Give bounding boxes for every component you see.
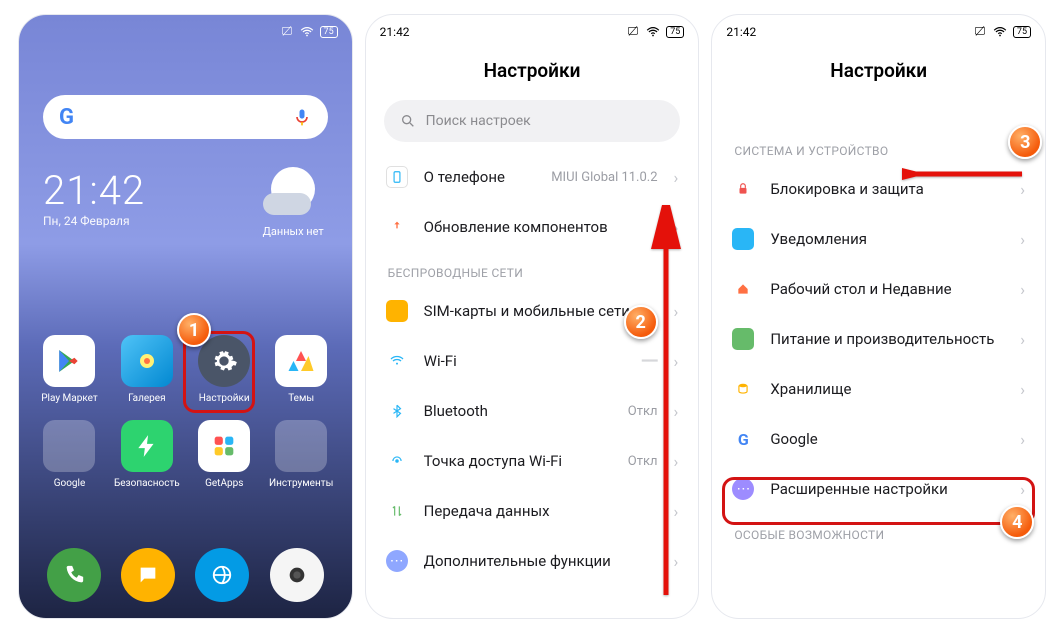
no-sim-icon [280, 25, 294, 39]
google-logo: G [59, 105, 74, 130]
status-time: 21:42 [726, 25, 756, 39]
weather-widget[interactable]: Данных нет [263, 167, 324, 238]
wifi-icon [993, 25, 1007, 39]
callout-1: 1 [177, 313, 211, 347]
update-icon [389, 219, 405, 235]
arrow-swipe-up [646, 205, 686, 605]
row-google[interactable]: G Google › [712, 414, 1045, 464]
dock-camera[interactable] [270, 548, 324, 602]
clock-date: Пн, 24 Февраля [43, 214, 145, 228]
chevron-right-icon: › [1020, 230, 1025, 249]
home-screen: 75 G 21:42 Пн, 24 Февраля Данных нет Pla… [18, 14, 353, 619]
google-icon: G [738, 430, 749, 449]
app-play-store[interactable]: Play Маркет [37, 335, 102, 404]
gear-icon [210, 347, 238, 375]
row-advanced-settings[interactable]: ⋯ Расширенные настройки › [712, 464, 1045, 514]
settings-screen: 21:42 75 Настройки Поиск настроек О теле… [365, 14, 700, 619]
app-google-folder[interactable]: Google [37, 420, 102, 489]
row-battery-perf[interactable]: Питание и производительность › [712, 314, 1045, 364]
status-time: 21:42 [380, 25, 410, 39]
statusbar: 75 [19, 21, 352, 43]
sim-icon [386, 300, 408, 322]
clock-widget[interactable]: 21:42 Пн, 24 Февраля [43, 167, 145, 228]
settings-screen-scrolled: 21:42 75 Настройки СИСТЕМА И УСТРОЙСТВО … [711, 14, 1046, 619]
battery-level: 75 [666, 26, 684, 38]
more-icon: ⋯ [386, 550, 408, 572]
app-getapps[interactable]: GetApps [192, 420, 257, 489]
search-placeholder: Поиск настроек [426, 113, 531, 129]
app-gallery[interactable]: Галерея [114, 335, 180, 404]
weather-caption: Данных нет [263, 225, 324, 238]
dock-phone[interactable] [47, 548, 101, 602]
search-icon [400, 113, 416, 129]
dock-messages[interactable] [121, 548, 175, 602]
hotspot-icon [390, 454, 404, 468]
more-icon: ⋯ [732, 478, 754, 500]
row-notifications[interactable]: Уведомления › [712, 214, 1045, 264]
dock [37, 548, 334, 602]
clock-time: 21:42 [43, 167, 145, 214]
no-sim-icon [973, 25, 987, 39]
lock-icon [736, 182, 750, 196]
app-tools-folder[interactable]: Инструменты [269, 420, 334, 489]
app-settings[interactable]: Настройки [192, 335, 257, 404]
statusbar: 21:42 75 [712, 21, 1045, 43]
data-icon [390, 504, 404, 518]
battery-level: 75 [320, 26, 338, 38]
chevron-right-icon: › [1020, 330, 1025, 349]
row-storage[interactable]: Хранилище › [712, 364, 1045, 414]
chevron-right-icon: › [1020, 280, 1025, 299]
row-home-recents[interactable]: Рабочий стол и Недавние › [712, 264, 1045, 314]
app-security[interactable]: Безопасность [114, 420, 180, 489]
chevron-right-icon: › [1020, 480, 1025, 499]
bluetooth-icon [390, 404, 404, 418]
chevron-right-icon: › [674, 168, 679, 187]
statusbar: 21:42 75 [366, 21, 699, 43]
mic-icon[interactable] [292, 107, 312, 127]
no-sim-icon [626, 25, 640, 39]
storage-icon [736, 382, 750, 396]
wifi-icon [389, 353, 405, 369]
dock-browser[interactable] [195, 548, 249, 602]
battery-level: 75 [1013, 26, 1031, 38]
notifications-icon [732, 228, 754, 250]
home-icon [736, 282, 750, 296]
google-search-bar[interactable]: G [43, 95, 328, 139]
row-about-phone[interactable]: О телефоне MIUI Global 11.0.2 › [366, 152, 699, 202]
wifi-icon [300, 25, 314, 39]
chevron-right-icon: › [1020, 430, 1025, 449]
wifi-icon [646, 25, 660, 39]
app-themes[interactable]: Темы [269, 335, 334, 404]
callout-2: 2 [624, 305, 658, 339]
chevron-right-icon: › [1020, 380, 1025, 399]
arrow-to-section [902, 159, 1032, 189]
section-special: ОСОБЫЕ ВОЗМОЖНОСТИ [712, 514, 1045, 548]
battery-icon [732, 328, 754, 350]
phone-icon [390, 170, 404, 184]
search-settings[interactable]: Поиск настроек [384, 100, 681, 142]
